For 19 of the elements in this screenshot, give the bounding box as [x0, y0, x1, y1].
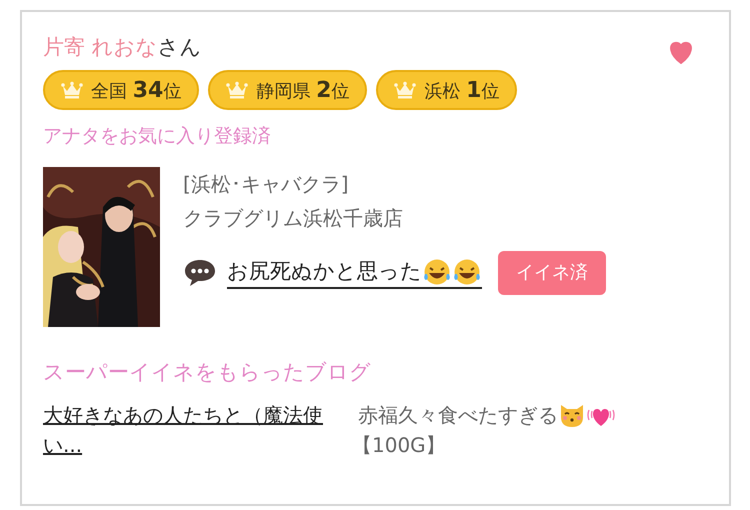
- shop-name: クラブグリム浜松千歳店: [183, 204, 404, 232]
- comment-link[interactable]: お尻死ぬかと思った: [227, 256, 482, 290]
- blog-note: 赤福久々食べたすぎる: [358, 402, 558, 429]
- heart-icon[interactable]: [668, 40, 694, 64]
- blog-link[interactable]: 大好きなあの人たちと（魔法使い...: [43, 400, 343, 460]
- reward-label: 【100G】: [352, 432, 447, 459]
- shop-category: [浜松･キャバクラ]: [183, 170, 350, 198]
- crown-icon: [61, 81, 83, 99]
- member-name: 片寄 れおな さん: [43, 34, 202, 61]
- rank-label: 浜松 1位: [424, 76, 500, 104]
- crown-icon: [394, 81, 416, 99]
- favorite-status: アナタをお気に入り登録済: [43, 124, 272, 149]
- crown-icon: [226, 81, 248, 99]
- speech-bubble-icon: [183, 258, 217, 288]
- rank-label: 全国 34位: [91, 76, 182, 104]
- section-title: スーパーイイネをもらったブログ: [43, 358, 372, 386]
- laughing-face-icon: [452, 258, 482, 286]
- rank-label: 静岡県 2位: [256, 76, 350, 104]
- laughing-face-icon: [422, 258, 452, 286]
